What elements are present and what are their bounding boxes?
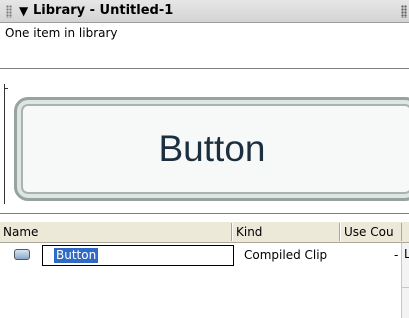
preview-button-label: Button [158, 128, 266, 169]
collapse-arrow-icon[interactable]: ▼ [19, 3, 28, 19]
truncated-column-strip: L [401, 243, 409, 318]
item-count-text: One item in library [5, 26, 118, 40]
preview-button-shape: Button [14, 97, 409, 201]
panel-title[interactable]: Library - Untitled-1 [33, 3, 173, 19]
truncated-column-glyph: L [404, 247, 409, 261]
column-header-use-count[interactable]: Use Cou [341, 222, 401, 243]
column-divider[interactable] [401, 223, 402, 241]
divider [0, 68, 409, 69]
item-name-selected-text[interactable]: Button [54, 248, 99, 263]
button-symbol-icon[interactable] [14, 249, 30, 260]
panel-options-icon[interactable] [401, 5, 407, 18]
item-kind: Compiled Clip [244, 248, 328, 262]
library-panel-titlebar[interactable]: ▼ Library - Untitled-1 [0, 0, 409, 23]
column-header-name[interactable]: Name [0, 222, 232, 243]
registration-line [4, 84, 5, 204]
registration-tick [4, 88, 8, 89]
library-panel: ▼ Library - Untitled-1 One item in libra… [0, 0, 409, 318]
symbol-preview: Button [0, 70, 409, 214]
item-use-count: - [394, 248, 399, 262]
column-header-row: Name Kind Use Cou [0, 221, 409, 243]
divider [402, 287, 409, 288]
item-name-field[interactable]: Button [42, 245, 234, 266]
divider [0, 213, 409, 214]
column-header-kind[interactable]: Kind [233, 222, 339, 243]
library-item-row[interactable]: Button Compiled Clip - [0, 243, 409, 283]
item-count-bar: One item in library [0, 23, 409, 69]
gripper-icon[interactable] [6, 5, 12, 18]
